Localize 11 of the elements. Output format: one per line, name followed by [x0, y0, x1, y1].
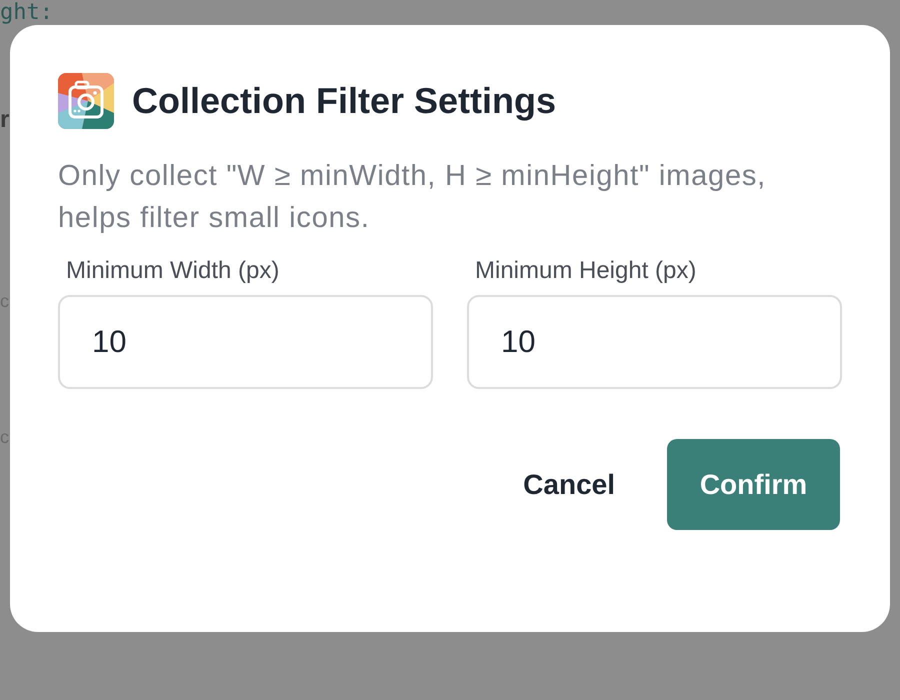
- number-input-field[interactable]: 10: [58, 295, 433, 389]
- description-text: Only collect "W ≥ minWidth, H ≥ minHeight" images, helps filter small icons.: [58, 159, 768, 236]
- cancel-button[interactable]: Cancel: [523, 468, 615, 500]
- confirm-button[interactable]: Confirm: [667, 439, 840, 530]
- background-text: ght:: [0, 2, 53, 24]
- field-label: Minimum Height (px): [475, 257, 696, 285]
- background-text: r: [0, 108, 10, 132]
- dialog-title: Collection Filter Settings: [132, 80, 556, 122]
- number-input-field[interactable]: 10: [467, 295, 842, 389]
- camera-app-icon: [58, 73, 114, 129]
- field-label: Minimum Width (px): [66, 257, 280, 285]
